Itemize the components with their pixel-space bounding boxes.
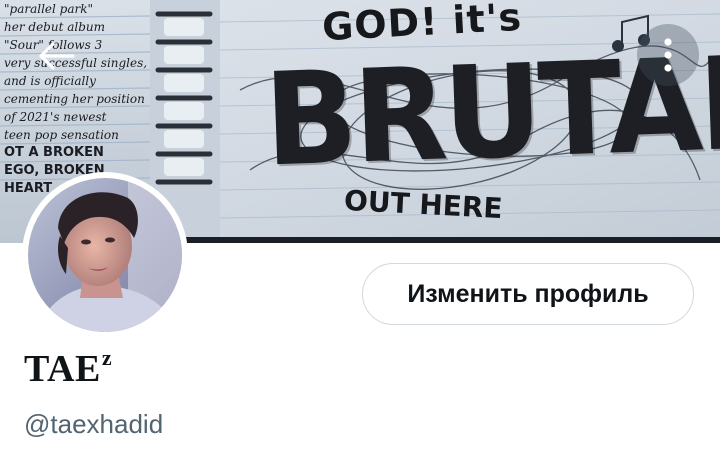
- note-line: "parallel park": [4, 2, 94, 16]
- note-line: of 2021's newest: [4, 110, 107, 124]
- more-options-button[interactable]: [637, 24, 699, 86]
- avatar[interactable]: [22, 172, 188, 338]
- arrow-left-icon: [39, 42, 75, 70]
- edit-profile-button[interactable]: Изменить профиль: [362, 263, 694, 325]
- profile-page: "parallel park" her debut album "Sour" f…: [0, 0, 720, 453]
- back-button[interactable]: [30, 30, 82, 82]
- display-name-superscript: z: [101, 345, 113, 370]
- note-line: OT A BROKEN: [4, 145, 104, 160]
- display-name-text: TAE: [24, 348, 101, 390]
- avatar-photo: [28, 178, 182, 332]
- display-name: TAEz: [24, 345, 113, 391]
- user-handle: @taexhadid: [24, 409, 164, 439]
- more-vertical-icon: [664, 38, 672, 72]
- note-line: teen pop sensation: [4, 128, 119, 142]
- note-line: cementing her position: [4, 92, 145, 106]
